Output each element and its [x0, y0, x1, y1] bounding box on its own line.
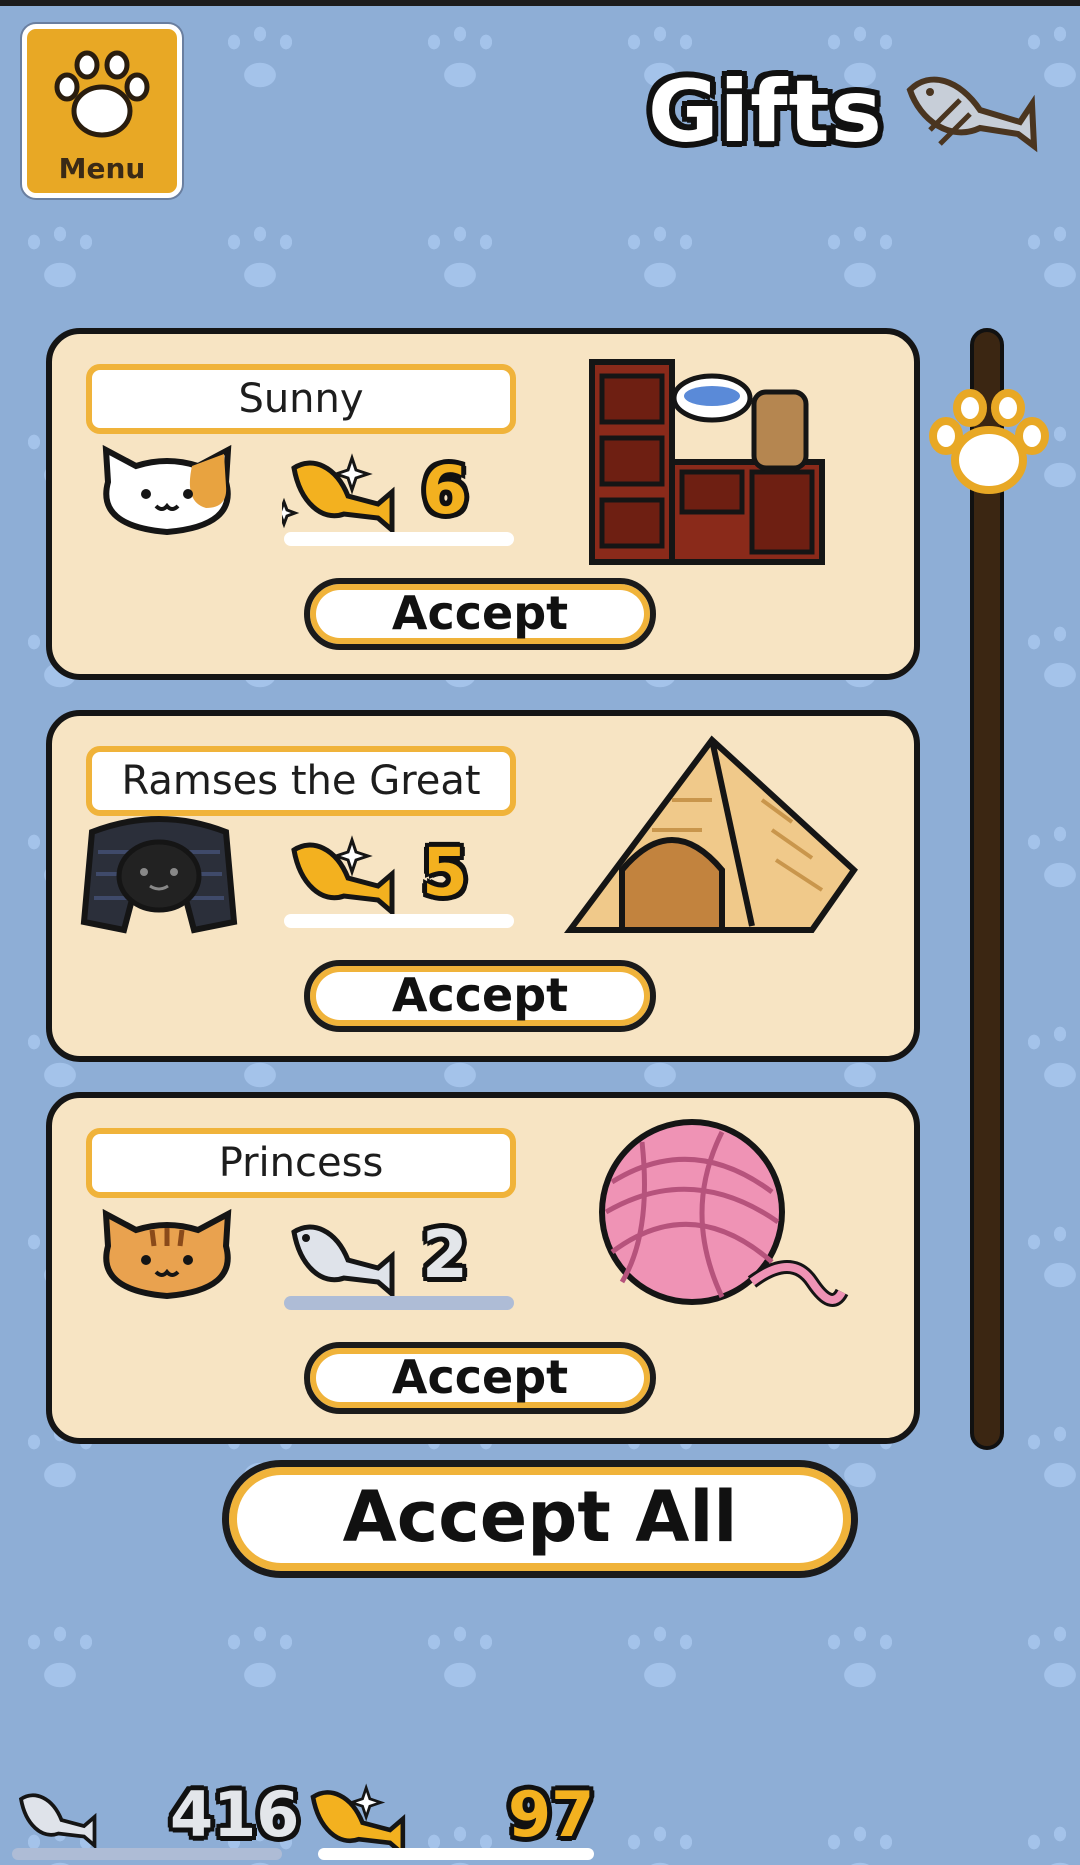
gift-amount: 6 [422, 452, 468, 529]
pharaoh-cat-icon [80, 816, 238, 934]
pyramid-tent-icon [564, 735, 858, 933]
paw-icon [54, 50, 150, 138]
accept-button[interactable]: Accept [304, 1342, 656, 1414]
cat-name: Sunny [86, 364, 516, 434]
silver-fish-count: 416 [170, 1778, 300, 1851]
cat-name: Ramses the Great [86, 746, 516, 816]
silver-fish-icon [18, 1793, 97, 1850]
menu-button[interactable]: Menu [22, 24, 182, 198]
gold-fish-icon [310, 1783, 406, 1856]
gift-card: Sunny 6 Accept [46, 328, 920, 680]
gift-card: Ramses the Great 5 Accept [46, 710, 920, 1062]
yarn-ball-icon [599, 1119, 849, 1307]
cat-name: Princess [86, 1128, 516, 1198]
paw-scroll-thumb-icon[interactable] [924, 384, 1054, 504]
page-title: Gifts [648, 62, 883, 162]
cat-face-icon [102, 1208, 232, 1300]
fish-bar [284, 1296, 514, 1310]
gift-card: Princess 2 Accept [46, 1092, 920, 1444]
fish-bar [284, 914, 514, 928]
gift-amount: 5 [422, 834, 468, 911]
currency-bar: 416 97 [0, 1770, 1080, 1865]
accept-button[interactable]: Accept [304, 960, 656, 1032]
gold-fish-count: 97 [508, 1778, 595, 1851]
fish-bar [284, 532, 514, 546]
status-edge [0, 0, 1080, 6]
menu-label: Menu [58, 152, 146, 185]
gold-fish-icon [291, 835, 395, 914]
cat-face-icon [102, 444, 232, 536]
accept-button[interactable]: Accept [304, 578, 656, 650]
silver-fish-icon [291, 1224, 395, 1296]
gold-fish-icon [282, 453, 395, 532]
wooden-cabinet-icon [589, 359, 825, 565]
dried-fish-icon [906, 76, 1038, 153]
gift-amount: 2 [422, 1216, 468, 1293]
accept-all-button[interactable]: Accept All [222, 1460, 858, 1578]
